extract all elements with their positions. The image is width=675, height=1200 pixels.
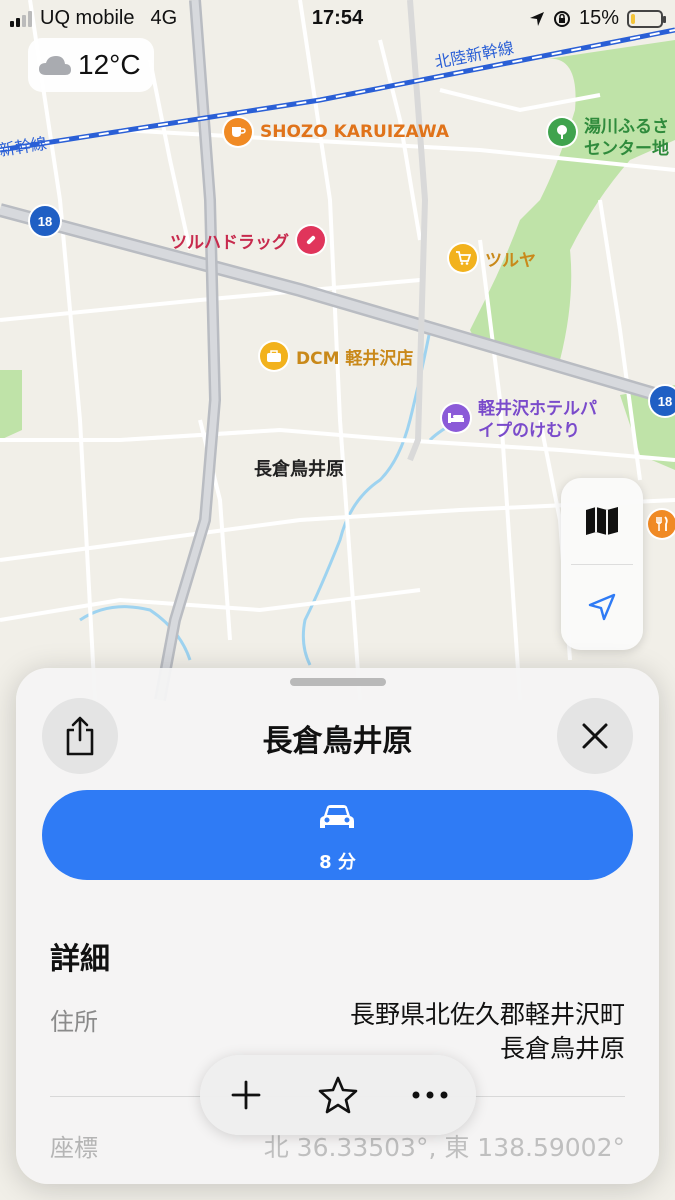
poi-shozo[interactable]: SHOZO KARUIZAWA: [224, 118, 449, 146]
share-button[interactable]: [42, 698, 118, 774]
map-icon: [586, 507, 618, 535]
sheet-grabber[interactable]: [290, 678, 386, 686]
pharmacy-icon: [297, 226, 325, 254]
address-label: 住所: [50, 1008, 98, 1036]
close-icon: [582, 723, 608, 749]
hotel-icon: [442, 404, 470, 432]
orientation-lock-icon: [553, 10, 570, 27]
weather-badge[interactable]: 12°C: [28, 38, 154, 92]
route-shield-icon: 18: [28, 204, 62, 238]
favorite-button[interactable]: [292, 1055, 384, 1135]
more-button[interactable]: [384, 1055, 476, 1135]
plus-icon: [231, 1080, 261, 1110]
more-icon: [412, 1091, 448, 1099]
poi-yukawa[interactable]: 湯川ふるさ センター地: [548, 116, 669, 160]
car-icon: [320, 805, 354, 828]
park-icon: [548, 118, 576, 146]
place-label: 長倉鳥井原: [254, 459, 344, 480]
poi-label-line2: イプのけむり: [478, 421, 580, 441]
poi-dcm[interactable]: DCM 軽井沢店: [260, 342, 413, 370]
poi-label: ツルヤ: [485, 250, 536, 271]
poi-label: ツルハドラッグ: [170, 232, 289, 253]
restaurant-icon: [648, 510, 675, 538]
poi-tsuruya[interactable]: ツルヤ: [449, 244, 536, 272]
poi-label: 湯川ふるさ: [584, 117, 669, 137]
add-button[interactable]: [200, 1055, 292, 1135]
shopping-icon: [449, 244, 477, 272]
directions-button[interactable]: 8 分: [42, 790, 633, 880]
poi-label: 軽井沢ホテルパ: [478, 399, 597, 419]
poi-label: SHOZO KARUIZAWA: [260, 122, 450, 142]
poi-restaurant[interactable]: [648, 510, 675, 538]
route-shield-icon: 18: [648, 384, 675, 418]
map-controls: [561, 478, 643, 650]
address-line1: 長野県北佐久郡軽井沢町: [349, 1000, 625, 1029]
cafe-icon: [224, 118, 252, 146]
poi-label: DCM 軽井沢店: [296, 348, 414, 369]
cloud-icon: [39, 56, 71, 75]
action-toolbar: [200, 1055, 476, 1135]
battery-icon: [627, 9, 666, 28]
close-button[interactable]: [557, 698, 633, 774]
share-icon: [66, 716, 94, 756]
poi-hotel[interactable]: 軽井沢ホテルパ イプのけむり: [442, 398, 597, 442]
store-icon: [260, 342, 288, 370]
status-bar: UQ mobile 4G 17:54 15%: [0, 0, 675, 36]
details-heading: 詳細: [50, 942, 110, 977]
coords-label: 座標: [50, 1134, 98, 1162]
locate-me-button[interactable]: [561, 564, 643, 650]
temperature: 12°C: [78, 49, 141, 80]
poi-tsuruha[interactable]: ツルハドラッグ: [170, 226, 325, 254]
drive-time: 8 分: [319, 852, 356, 873]
star-icon: [318, 1076, 358, 1114]
place-title: 長倉鳥井原: [262, 724, 413, 759]
map-mode-button[interactable]: [561, 478, 643, 564]
poi-label-line2: センター地: [584, 139, 669, 159]
location-arrow-icon: [588, 593, 616, 621]
location-arrow-icon: [529, 11, 544, 26]
battery-percent: 15%: [578, 7, 619, 29]
